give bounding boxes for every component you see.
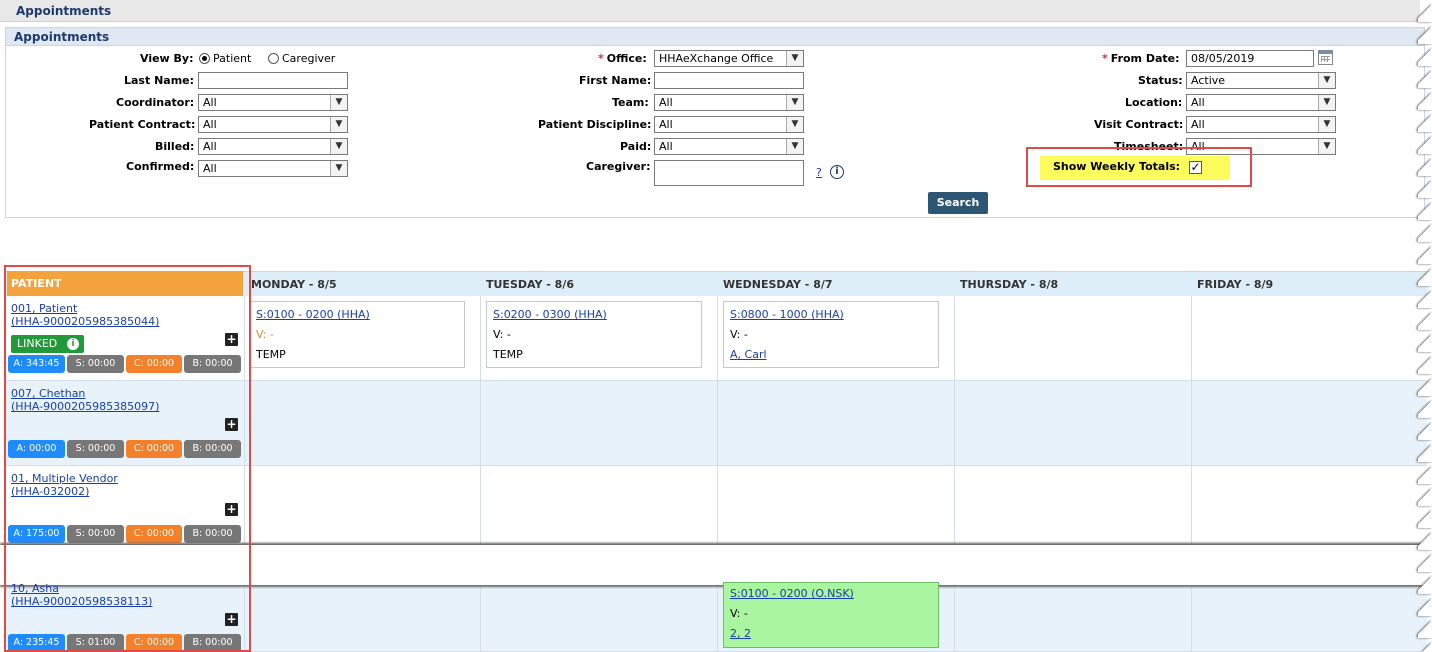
location-label: Location: — [1125, 96, 1183, 109]
view-by-label: View By: — [140, 52, 194, 65]
appointment-card[interactable]: S:0100 - 0200 (O.NSK) V: - 2, 2 — [723, 582, 939, 648]
chevron-down-icon: ▼ — [330, 161, 347, 176]
visit-time: V: - — [493, 328, 511, 341]
day-header-thursday: THURSDAY - 8/8 — [960, 278, 1059, 291]
caregiver-link[interactable]: 2, 2 — [730, 627, 751, 640]
column-divider — [1191, 296, 1192, 652]
patient-contract-label: Patient Contract: — [89, 118, 196, 131]
window-title: Appointments — [16, 4, 112, 18]
chevron-down-icon: ▼ — [1318, 117, 1335, 132]
screenshot-torn-edge — [1418, 0, 1432, 652]
chevron-down-icon: ▼ — [1318, 73, 1335, 88]
team-select[interactable]: All ▼ — [654, 94, 804, 111]
chevron-down-icon: ▼ — [786, 139, 803, 154]
last-name-label: Last Name: — [124, 74, 195, 87]
chevron-down-icon: ▼ — [1318, 95, 1335, 110]
caregiver-link[interactable]: A, Carl — [730, 348, 767, 361]
visit-contract-label: Visit Contract: — [1094, 118, 1184, 131]
first-name-input[interactable] — [654, 72, 804, 89]
chevron-down-icon: ▼ — [786, 51, 803, 66]
paid-label: Paid: — [620, 140, 652, 153]
column-divider — [717, 296, 718, 652]
office-label: * Office: — [598, 52, 647, 65]
chevron-down-icon: ▼ — [330, 117, 347, 132]
visit-time: V: - — [730, 328, 748, 341]
caregiver-name: TEMP — [493, 348, 523, 361]
visit-time: V: - — [256, 328, 274, 341]
billed-label: Billed: — [155, 140, 195, 153]
status-label: Status: — [1138, 74, 1183, 87]
patient-discipline-label: Patient Discipline: — [538, 118, 652, 131]
radio-icon — [199, 53, 210, 64]
chevron-down-icon: ▼ — [330, 95, 347, 110]
status-select[interactable]: Active ▼ — [1186, 72, 1336, 89]
coordinator-select[interactable]: All ▼ — [198, 94, 348, 111]
from-date-input[interactable]: 08/05/2019 — [1186, 50, 1314, 67]
patient-contract-select[interactable]: All ▼ — [198, 116, 348, 133]
chevron-down-icon: ▼ — [786, 95, 803, 110]
office-select[interactable]: HHAeXchange Office ▼ — [654, 50, 804, 67]
last-name-input[interactable] — [198, 72, 348, 89]
appointment-card[interactable]: S:0800 - 1000 (HHA) V: - A, Carl — [723, 301, 939, 368]
caregiver-help-link[interactable]: ? — [816, 166, 822, 179]
caregiver-name: TEMP — [256, 348, 286, 361]
chevron-down-icon: ▼ — [1318, 139, 1335, 154]
weekly-totals-annotation-frame — [1026, 147, 1252, 187]
day-header-monday: MONDAY - 8/5 — [251, 278, 337, 291]
appointment-card[interactable]: S:0200 - 0300 (HHA) V: - TEMP — [486, 301, 702, 368]
day-header-friday: FRIDAY - 8/9 — [1197, 278, 1274, 291]
paid-select[interactable]: All ▼ — [654, 138, 804, 155]
patient-discipline-select[interactable]: All ▼ — [654, 116, 804, 133]
visit-time: V: - — [730, 607, 748, 620]
confirmed-select[interactable]: All ▼ — [198, 160, 348, 177]
day-header-tuesday: TUESDAY - 8/6 — [486, 278, 574, 291]
location-select[interactable]: All ▼ — [1186, 94, 1336, 111]
confirmed-label: Confirmed: — [126, 160, 195, 173]
calendar-icon[interactable] — [1318, 50, 1333, 65]
appointment-card[interactable]: S:0100 - 0200 (HHA) V: - TEMP — [249, 301, 465, 368]
panel-title: Appointments — [14, 30, 110, 44]
appointment-time-link[interactable]: S:0200 - 0300 (HHA) — [493, 308, 607, 321]
chevron-down-icon: ▼ — [786, 117, 803, 132]
column-divider — [480, 296, 481, 652]
visit-contract-select[interactable]: All ▼ — [1186, 116, 1336, 133]
appointment-time-link[interactable]: S:0800 - 1000 (HHA) — [730, 308, 844, 321]
search-button[interactable]: Search — [928, 192, 988, 214]
caregiver-input[interactable] — [654, 160, 804, 186]
panel-header: Appointments — [6, 28, 1424, 46]
view-by-caregiver-radio[interactable]: Caregiver — [268, 52, 335, 65]
view-by-patient-radio[interactable]: Patient — [199, 52, 251, 65]
caregiver-label: Caregiver: — [586, 160, 651, 173]
window-title-bar: Appointments — [0, 0, 1420, 22]
billed-select[interactable]: All ▼ — [198, 138, 348, 155]
appointment-time-link[interactable]: S:0100 - 0200 (O.NSK) — [730, 587, 854, 600]
column-divider — [954, 296, 955, 652]
chevron-down-icon: ▼ — [330, 139, 347, 154]
appointment-time-link[interactable]: S:0100 - 0200 (HHA) — [256, 308, 370, 321]
day-header-wednesday: WEDNESDAY - 8/7 — [723, 278, 833, 291]
first-name-label: First Name: — [579, 74, 652, 87]
team-label: Team: — [612, 96, 649, 109]
radio-icon — [268, 53, 279, 64]
info-icon[interactable]: i — [830, 165, 844, 179]
patient-column-annotation-frame — [4, 265, 251, 652]
coordinator-label: Coordinator: — [116, 96, 195, 109]
from-date-label: * From Date: — [1102, 52, 1180, 65]
